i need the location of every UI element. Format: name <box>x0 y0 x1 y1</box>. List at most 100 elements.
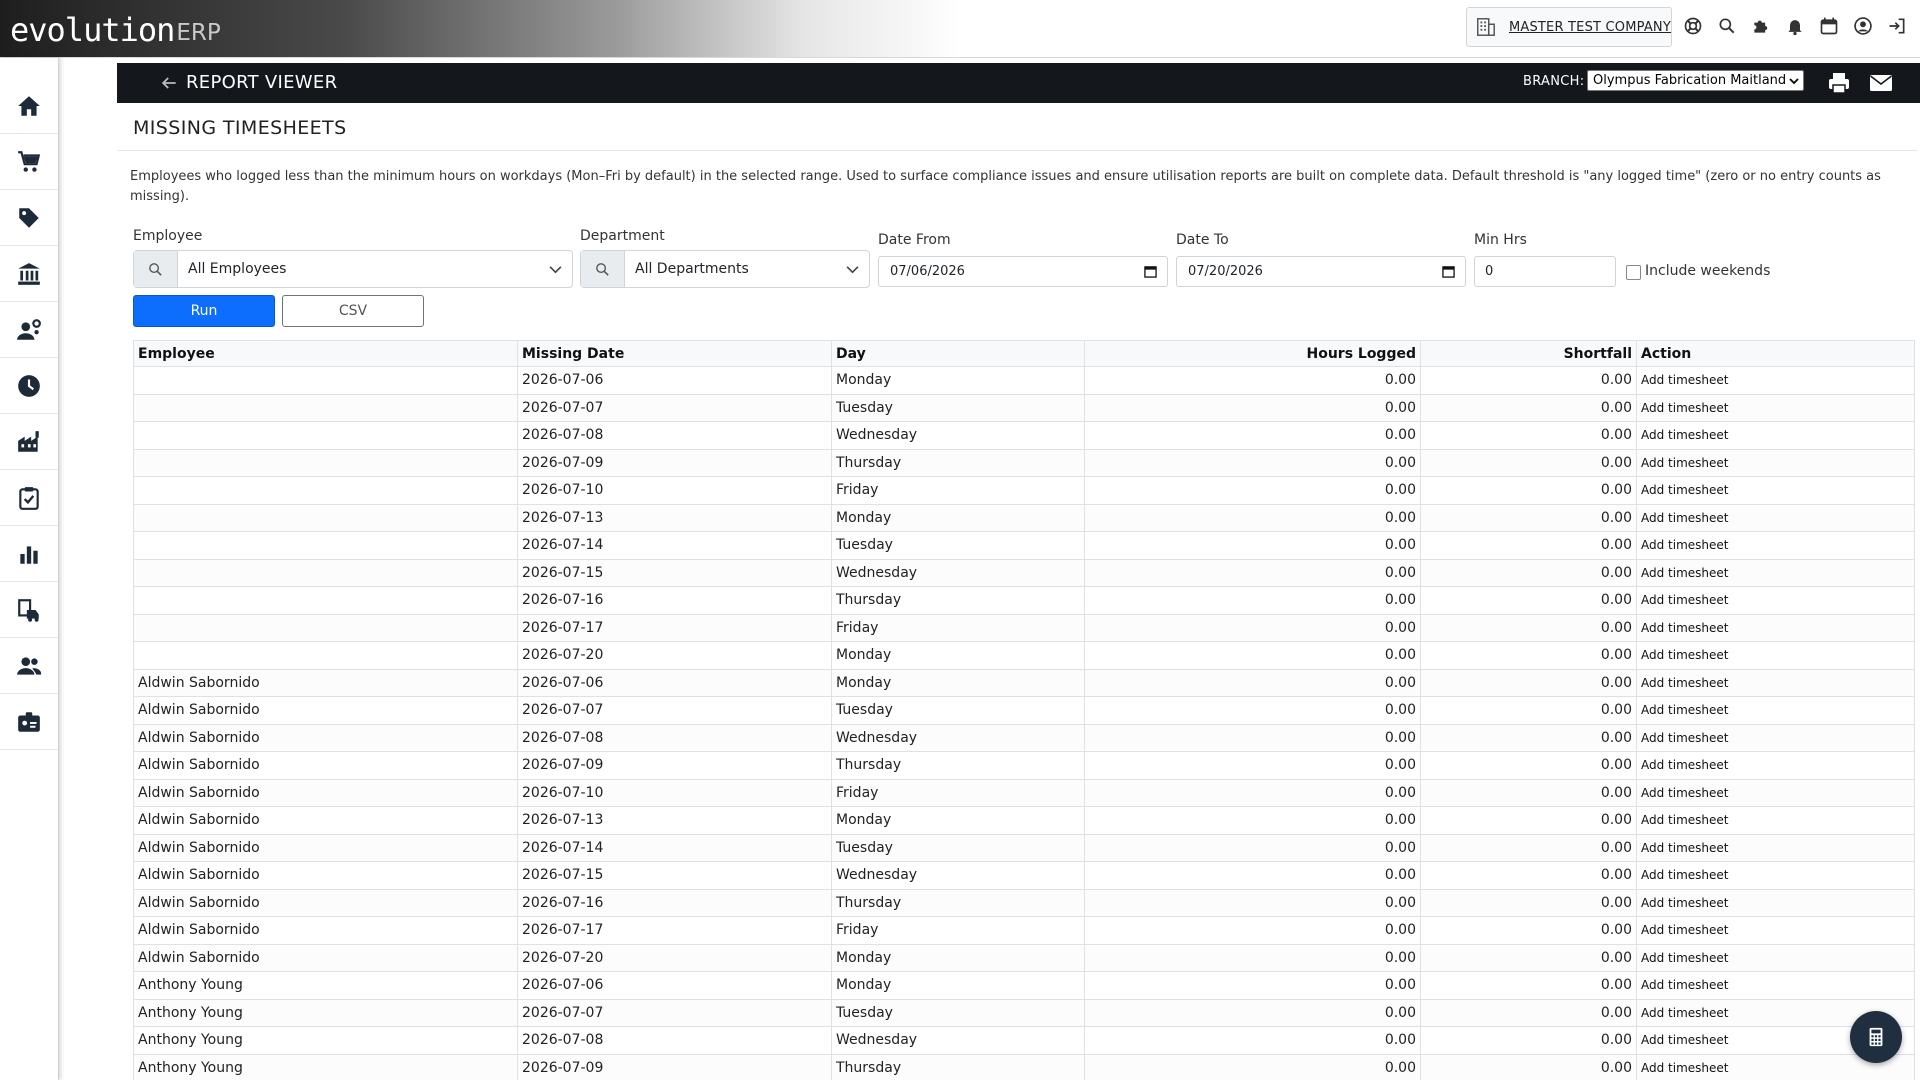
table-row: Aldwin Sabornido 2026-07-13 Monday 0.00 0.00… <box>133 806 1915 835</box>
calendar-icon[interactable] <box>1442 265 1455 278</box>
chevron-down-icon <box>1789 78 1799 85</box>
date-from-value: 07/06/2026 <box>890 264 965 279</box>
cell-employee: Anthony Young <box>133 1053 518 1080</box>
cell-hours-logged: 0.00 <box>1084 861 1421 890</box>
logout-icon[interactable] <box>1884 13 1910 39</box>
col-header-day[interactable]: Day <box>831 340 1085 367</box>
add-timesheet-link[interactable]: Add timesheet <box>1636 531 1915 560</box>
add-timesheet-link[interactable]: Add timesheet <box>1636 613 1915 642</box>
cell-day: Monday <box>831 943 1085 972</box>
branch-value: Olympus Fabrication Maitland <box>1593 73 1787 88</box>
sidebar-item-sales[interactable] <box>0 134 58 190</box>
branch-label: BRANCH: <box>1523 74 1585 89</box>
calculator-button[interactable] <box>1850 1011 1902 1063</box>
run-button[interactable]: Run <box>133 295 275 327</box>
mail-icon[interactable] <box>1869 72 1893 94</box>
puzzle-icon[interactable] <box>1748 13 1774 39</box>
cell-day: Thursday <box>831 586 1085 615</box>
add-timesheet-link[interactable]: Add timesheet <box>1636 888 1915 917</box>
bell-icon[interactable] <box>1782 13 1808 39</box>
user-icon[interactable] <box>1850 13 1876 39</box>
cell-shortfall: 0.00 <box>1420 998 1637 1027</box>
cell-shortfall: 0.00 <box>1420 916 1637 945</box>
date-from-label: Date From <box>878 232 951 248</box>
back-arrow-icon[interactable] <box>159 73 179 93</box>
sidebar-item-time[interactable] <box>0 358 58 414</box>
sidebar-item-home[interactable] <box>0 78 58 134</box>
add-timesheet-link[interactable]: Add timesheet <box>1636 476 1915 505</box>
sidebar-item-finance[interactable] <box>0 246 58 302</box>
add-timesheet-link[interactable]: Add timesheet <box>1636 558 1915 587</box>
col-header-hours-logged[interactable]: Hours Logged <box>1084 340 1421 367</box>
add-timesheet-link[interactable]: Add timesheet <box>1636 448 1915 477</box>
cell-employee: Aldwin Sabornido <box>133 668 518 697</box>
sidebar-item-admin[interactable] <box>0 694 58 750</box>
col-header-shortfall[interactable]: Shortfall <box>1420 340 1637 367</box>
col-header-missing-date[interactable]: Missing Date <box>517 340 832 367</box>
app-logo[interactable]: evolution ERP <box>10 6 221 50</box>
sidebar-item-contacts[interactable] <box>0 638 58 694</box>
table-row: 2026-07-09 Thursday 0.00 0.00 Add timesheet <box>133 448 1915 477</box>
add-timesheet-link[interactable]: Add timesheet <box>1636 668 1915 697</box>
sidebar-item-dispatch[interactable] <box>0 582 58 638</box>
csv-button[interactable]: CSV <box>282 295 424 327</box>
cell-hours-logged: 0.00 <box>1084 668 1421 697</box>
min-hrs-value: 0 <box>1485 264 1494 279</box>
add-timesheet-link[interactable]: Add timesheet <box>1636 778 1915 807</box>
cell-hours-logged: 0.00 <box>1084 778 1421 807</box>
calendar-icon[interactable] <box>1144 265 1157 278</box>
add-timesheet-link[interactable]: Add timesheet <box>1636 393 1915 422</box>
cell-hours-logged: 0.00 <box>1084 586 1421 615</box>
branch-select[interactable]: Olympus Fabrication Maitland <box>1587 70 1804 91</box>
min-hrs-label: Min Hrs <box>1474 232 1527 248</box>
help-icon[interactable] <box>1680 13 1706 39</box>
date-from-input[interactable]: 07/06/2026 <box>878 256 1168 287</box>
calendar-icon[interactable] <box>1816 13 1842 39</box>
min-hrs-input[interactable]: 0 <box>1474 256 1616 287</box>
add-timesheet-link[interactable]: Add timesheet <box>1636 833 1915 862</box>
add-timesheet-link[interactable]: Add timesheet <box>1636 641 1915 670</box>
print-icon[interactable] <box>1827 71 1851 95</box>
sidebar-item-manufacturing[interactable] <box>0 414 58 470</box>
cell-missing-date: 2026-07-13 <box>517 503 832 532</box>
company-selector[interactable]: MASTER TEST COMPANY <box>1466 7 1672 47</box>
add-timesheet-link[interactable]: Add timesheet <box>1636 751 1915 780</box>
table-row: Anthony Young 2026-07-08 Wednesday 0.00 0.00… <box>133 1026 1915 1055</box>
department-select[interactable]: All Departments <box>580 250 870 288</box>
department-value: All Departments <box>635 261 749 277</box>
table-row: Aldwin Sabornido 2026-07-06 Monday 0.00 0.00… <box>133 668 1915 697</box>
table-row: Anthony Young 2026-07-06 Monday 0.00 0.00 Add… <box>133 971 1915 1000</box>
employee-search-button[interactable] <box>134 251 178 287</box>
cart-icon <box>18 150 41 172</box>
col-header-employee[interactable]: Employee <box>133 340 518 367</box>
sidebar-item-hr[interactable] <box>0 302 58 358</box>
cell-employee <box>133 476 518 505</box>
department-search-button[interactable] <box>581 251 625 287</box>
add-timesheet-link[interactable]: Add timesheet <box>1636 586 1915 615</box>
add-timesheet-link[interactable]: Add timesheet <box>1636 421 1915 450</box>
cell-day: Monday <box>831 971 1085 1000</box>
cell-missing-date: 2026-07-20 <box>517 943 832 972</box>
add-timesheet-link[interactable]: Add timesheet <box>1636 696 1915 725</box>
date-to-input[interactable]: 07/20/2026 <box>1176 256 1466 287</box>
sidebar-item-reports[interactable] <box>0 526 58 582</box>
add-timesheet-link[interactable]: Add timesheet <box>1636 723 1915 752</box>
cell-shortfall: 0.00 <box>1420 778 1637 807</box>
add-timesheet-link[interactable]: Add timesheet <box>1636 971 1915 1000</box>
add-timesheet-link[interactable]: Add timesheet <box>1636 366 1915 395</box>
cell-missing-date: 2026-07-14 <box>517 531 832 560</box>
include-weekends-checkbox[interactable] <box>1626 265 1641 280</box>
add-timesheet-link[interactable]: Add timesheet <box>1636 806 1915 835</box>
add-timesheet-link[interactable]: Add timesheet <box>1636 943 1915 972</box>
add-timesheet-link[interactable]: Add timesheet <box>1636 916 1915 945</box>
sidebar-item-products[interactable] <box>0 190 58 246</box>
add-timesheet-link[interactable]: Add timesheet <box>1636 503 1915 532</box>
cell-shortfall: 0.00 <box>1420 366 1637 395</box>
sidebar-item-tasks[interactable] <box>0 470 58 526</box>
include-weekends-label[interactable]: Include weekends <box>1645 263 1770 279</box>
employee-select[interactable]: All Employees <box>133 250 573 288</box>
table-row: 2026-07-14 Tuesday 0.00 0.00 Add timesheet <box>133 531 1915 560</box>
add-timesheet-link[interactable]: Add timesheet <box>1636 861 1915 890</box>
search-icon[interactable] <box>1714 13 1740 39</box>
cell-employee: Aldwin Sabornido <box>133 943 518 972</box>
